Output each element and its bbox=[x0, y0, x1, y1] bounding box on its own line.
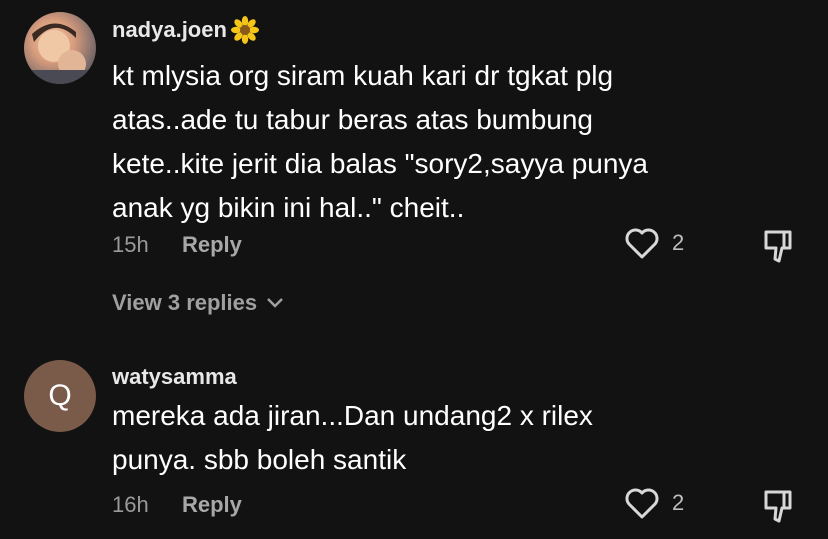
like-button[interactable]: 2 bbox=[624, 486, 684, 520]
chevron-down-icon bbox=[267, 298, 284, 308]
view-replies-button[interactable]: View 3 replies bbox=[112, 290, 285, 316]
heart-icon bbox=[625, 488, 659, 519]
thumbs-down-icon[interactable] bbox=[760, 486, 800, 526]
reply-button[interactable]: Reply bbox=[182, 492, 242, 518]
comment-timestamp: 16h bbox=[112, 492, 149, 517]
like-count: 2 bbox=[672, 490, 685, 515]
comment-username[interactable]: nadya.joen bbox=[112, 16, 259, 44]
avatar[interactable]: Q bbox=[24, 360, 96, 432]
view-replies-label: View 3 replies bbox=[112, 290, 258, 315]
comment-meta: 15h Reply bbox=[112, 232, 242, 258]
like-count: 2 bbox=[672, 230, 685, 255]
comment-text: kt mlysia org siram kuah kari dr tgkat p… bbox=[112, 60, 648, 223]
comment-username[interactable]: watysamma bbox=[112, 364, 237, 390]
comment-timestamp: 15h bbox=[112, 232, 149, 257]
avatar[interactable] bbox=[24, 12, 96, 84]
comment-meta: 16h Reply bbox=[112, 492, 242, 518]
comment-text: mereka ada jiran...Dan undang2 x rilex p… bbox=[112, 400, 593, 475]
reply-button[interactable]: Reply bbox=[182, 232, 242, 258]
username-text: nadya.joen bbox=[112, 17, 227, 42]
like-button[interactable]: 2 bbox=[624, 226, 684, 260]
username-text: watysamma bbox=[112, 364, 237, 389]
thumbs-down-icon[interactable] bbox=[760, 226, 800, 266]
user-photo-icon bbox=[24, 23, 96, 84]
avatar-letter: Q bbox=[48, 379, 72, 412]
heart-icon bbox=[625, 228, 659, 259]
sunflower-icon bbox=[230, 16, 259, 44]
